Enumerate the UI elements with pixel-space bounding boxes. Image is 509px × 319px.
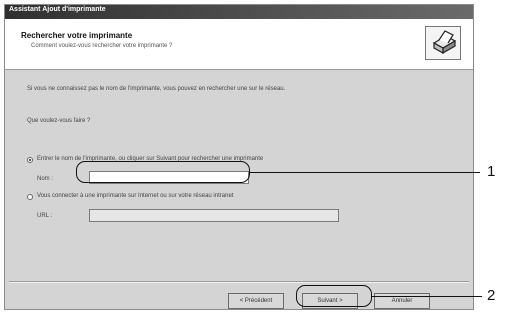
header-title: Rechercher votre imprimante (21, 31, 133, 40)
header-subtitle: Comment voulez-vous rechercher votre imp… (31, 43, 173, 49)
add-printer-wizard-dialog: Assistant Ajout d'imprimante Rechercher … (4, 4, 474, 310)
printer-icon (425, 26, 461, 60)
callout-ring-1 (76, 161, 250, 183)
title-bar: Assistant Ajout d'imprimante (5, 5, 473, 19)
callout-line-2 (372, 296, 482, 297)
radio-enter-printer-name[interactable] (27, 157, 33, 163)
url-input[interactable] (89, 209, 339, 222)
callout-ring-2 (296, 285, 372, 307)
radio-connect-internet[interactable] (27, 194, 33, 200)
intro-text: Si vous ne connaissez pas le nom de l'im… (27, 86, 286, 92)
question-text: Que voulez-vous faire ? (27, 118, 91, 124)
wizard-header: Rechercher votre imprimante Comment voul… (5, 19, 473, 70)
callout-number-1: 1 (487, 163, 496, 180)
callout-line-1 (250, 172, 480, 173)
back-button[interactable]: < Précédent (228, 293, 284, 309)
name-field-label: Nom : (37, 176, 54, 182)
option-connect-internet-label[interactable]: Vous connecter à une imprimante sur Inte… (37, 193, 233, 199)
url-field-label: URL : (37, 213, 53, 219)
callout-number-2: 2 (487, 287, 496, 304)
button-separator (9, 281, 469, 283)
window-title: Assistant Ajout d'imprimante (9, 6, 106, 13)
